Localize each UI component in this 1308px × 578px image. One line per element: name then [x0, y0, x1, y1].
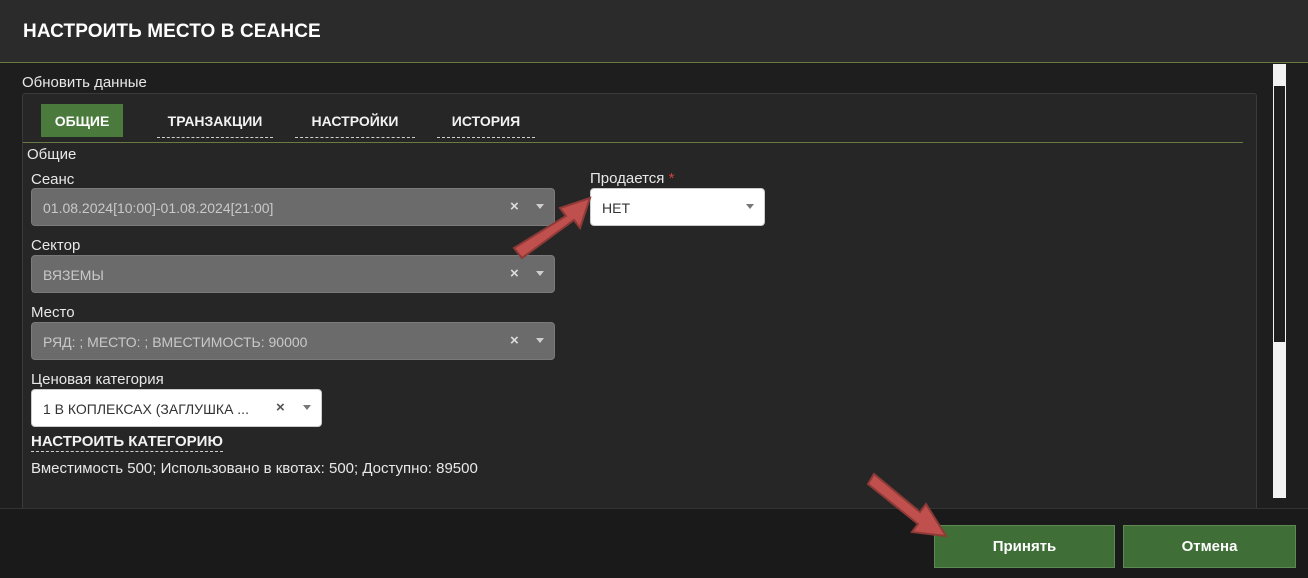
place-chevron-down-icon[interactable] — [536, 338, 544, 343]
sector-clear-icon[interactable]: × — [510, 265, 519, 282]
tab-history[interactable]: ИСТОРИЯ — [437, 104, 535, 138]
price-category-select[interactable]: 1 В КОПЛЕКСАХ (ЗАГЛУШКА ... × — [31, 389, 322, 427]
capacity-info: Вместимость 500; Использовано в квотах: … — [31, 460, 478, 477]
section-title-general: Общие — [27, 146, 77, 163]
required-mark: * — [668, 170, 675, 187]
dialog-title: НАСТРОИТЬ МЕСТО В СЕАНСЕ — [23, 21, 321, 42]
cancel-button[interactable]: Отмена — [1123, 525, 1296, 568]
on-sale-value: НЕТ — [602, 200, 630, 216]
session-label: Сеанс — [31, 171, 75, 188]
on-sale-chevron-down-icon[interactable] — [746, 204, 754, 209]
scrollbar-track[interactable] — [1274, 86, 1285, 342]
session-chevron-down-icon[interactable] — [536, 204, 544, 209]
dialog-footer: Принять Отмена — [0, 508, 1308, 578]
price-category-chevron-down-icon[interactable] — [303, 405, 311, 410]
session-clear-icon[interactable]: × — [510, 198, 519, 215]
on-sale-label: Продается * — [590, 170, 674, 187]
tab-settings[interactable]: НАСТРОЙКИ — [295, 104, 415, 138]
place-select[interactable]: РЯД: ; МЕСТО: ; ВМЕСТИМОСТЬ: 90000 × — [31, 322, 555, 360]
tab-transactions[interactable]: ТРАНЗАКЦИИ — [157, 104, 273, 138]
sector-label: Сектор — [31, 237, 81, 254]
configure-category-link[interactable]: НАСТРОИТЬ КАТЕГОРИЮ — [31, 433, 223, 452]
place-value: РЯД: ; МЕСТО: ; ВМЕСТИМОСТЬ: 90000 — [43, 334, 308, 350]
session-value: 01.08.2024[10:00]-01.08.2024[21:00] — [43, 200, 274, 216]
tab-general[interactable]: ОБЩИЕ — [41, 104, 123, 137]
sector-chevron-down-icon[interactable] — [536, 271, 544, 276]
on-sale-label-text: Продается — [590, 170, 665, 187]
dialog-header: НАСТРОИТЬ МЕСТО В СЕАНСЕ — [0, 0, 1308, 63]
refresh-data-label[interactable]: Обновить данные — [22, 74, 147, 91]
tab-divider — [23, 142, 1243, 143]
session-select[interactable]: 01.08.2024[10:00]-01.08.2024[21:00] × — [31, 188, 555, 226]
price-category-label: Ценовая категория — [31, 371, 164, 388]
on-sale-select[interactable]: НЕТ — [590, 188, 765, 226]
price-category-value: 1 В КОПЛЕКСАХ (ЗАГЛУШКА ... — [43, 401, 249, 417]
sector-value: ВЯЗЕМЫ — [43, 267, 104, 283]
accept-button[interactable]: Принять — [934, 525, 1115, 568]
vertical-scrollbar[interactable] — [1273, 64, 1286, 498]
scrollbar-top-cap[interactable] — [1273, 64, 1286, 84]
place-clear-icon[interactable]: × — [510, 332, 519, 349]
dialog-body: Обновить данные ОБЩИЕ ТРАНЗАКЦИИ НАСТРОЙ… — [0, 64, 1308, 513]
place-label: Место — [31, 304, 75, 321]
sector-select[interactable]: ВЯЗЕМЫ × — [31, 255, 555, 293]
tab-panel: ОБЩИЕ ТРАНЗАКЦИИ НАСТРОЙКИ ИСТОРИЯ Общие… — [22, 93, 1257, 513]
price-category-clear-icon[interactable]: × — [276, 399, 285, 416]
